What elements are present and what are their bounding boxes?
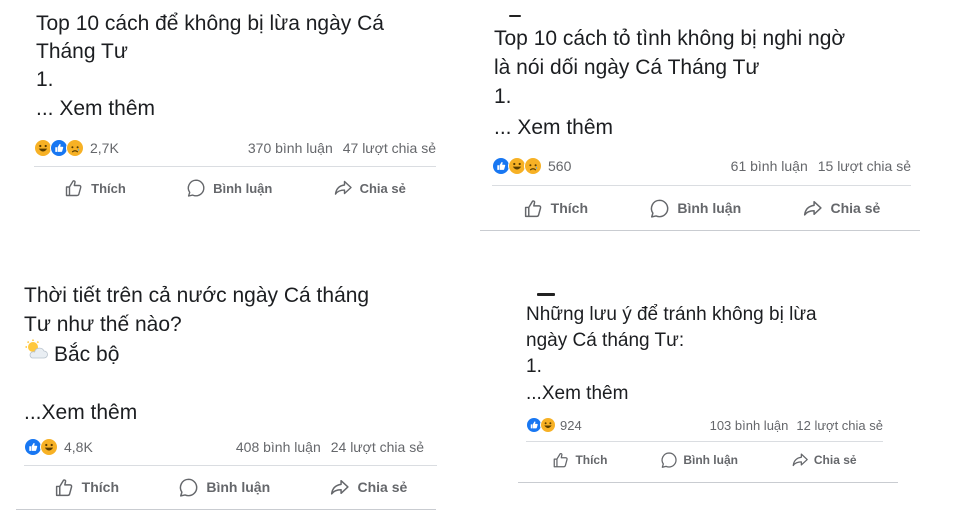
post-text: Top 10 cách tỏ tình không bị nghi ngờ là… [494, 27, 846, 108]
comment-button[interactable]: Bình luận [660, 451, 738, 469]
comment-count[interactable]: 370 bình luận [248, 140, 333, 156]
share-arrow-icon [333, 178, 353, 198]
like-label: Thích [575, 453, 608, 467]
post-stats-2: 560 61 bình luận 15 lượt chia sẻ [492, 157, 911, 175]
post-actions-2: Thích Bình luận Chia sẻ [492, 196, 911, 220]
share-button[interactable]: Chia sẻ [329, 477, 407, 498]
comment-label: Bình luận [206, 479, 271, 495]
comment-bubble-icon [660, 451, 678, 469]
divider [24, 465, 437, 466]
reaction-icons[interactable] [24, 438, 58, 456]
thumbs-up-icon [523, 198, 544, 219]
weather-line: Bắc bộ [24, 339, 444, 369]
see-more-link[interactable]: ... Xem thêm [494, 113, 914, 142]
like-button[interactable]: Thích [523, 198, 588, 219]
like-button[interactable]: Thích [64, 178, 126, 198]
like-button[interactable]: Thích [54, 477, 119, 498]
share-label: Chia sẻ [357, 479, 408, 495]
see-more-link[interactable]: ...Xem thêm [24, 398, 444, 427]
share-count[interactable]: 47 lượt chia sẻ [343, 140, 436, 156]
weather-region-text: Bắc bộ [54, 342, 120, 366]
comment-count[interactable]: 103 bình luận [710, 418, 789, 433]
share-button[interactable]: Chia sẻ [791, 451, 857, 469]
like-label: Thích [550, 200, 589, 216]
comment-bubble-icon [649, 198, 670, 219]
comment-label: Bình luận [677, 200, 742, 216]
haha-reaction-icon [40, 438, 58, 456]
reaction-count[interactable]: 2,7K [90, 140, 119, 156]
share-label: Chia sẻ [813, 453, 857, 467]
post-card-3: Thời tiết trên cả nước ngày Cá tháng Tư … [24, 281, 444, 427]
card-bottom-border [480, 230, 920, 231]
share-arrow-icon [329, 477, 350, 498]
share-label: Chia sẻ [830, 200, 881, 216]
share-arrow-icon [791, 451, 809, 469]
thumbs-up-icon [54, 477, 75, 498]
reaction-icons[interactable] [526, 417, 556, 433]
reaction-icons[interactable] [34, 139, 84, 157]
comment-label: Bình luận [213, 180, 273, 196]
share-count[interactable]: 12 lượt chia sẻ [796, 418, 883, 433]
sad-reaction-icon [524, 157, 542, 175]
post-text: Những lưu ý để tránh không bị lừa ngày C… [526, 304, 817, 377]
card-bottom-border [518, 482, 898, 483]
cropped-mark [509, 15, 521, 17]
like-label: Thích [91, 180, 126, 196]
share-count[interactable]: 24 lượt chia sẻ [331, 439, 424, 455]
like-label: Thích [81, 479, 120, 495]
post-card-2: Top 10 cách tỏ tình không bị nghi ngờ là… [494, 24, 914, 142]
like-button[interactable]: Thích [552, 451, 607, 469]
cropped-mark [537, 293, 555, 296]
divider [526, 441, 883, 442]
comment-label: Bình luận [683, 453, 738, 467]
see-more-link[interactable]: ...Xem thêm [526, 381, 906, 407]
post-actions-3: Thích Bình luận Chia sẻ [24, 475, 437, 499]
divider [492, 185, 911, 186]
post-card-1: Top 10 cách để không bị lừa ngày Cá Thán… [36, 10, 436, 123]
share-count[interactable]: 15 lượt chia sẻ [818, 158, 911, 174]
reaction-count[interactable]: 4,8K [64, 439, 93, 455]
post-card-4: Những lưu ý để tránh không bị lừa ngày C… [526, 302, 906, 407]
thumbs-up-icon [64, 178, 84, 198]
post-stats-4: 924 103 bình luận 12 lượt chia sẻ [526, 417, 883, 433]
card-bottom-border [16, 509, 436, 510]
comment-bubble-icon [186, 178, 206, 198]
reaction-icons[interactable] [492, 157, 542, 175]
comment-button[interactable]: Bình luận [649, 198, 741, 219]
comment-button[interactable]: Bình luận [186, 178, 272, 198]
post-text: Thời tiết trên cả nước ngày Cá tháng Tư … [24, 284, 370, 336]
post-stats-3: 4,8K 408 bình luận 24 lượt chia sẻ [24, 438, 424, 456]
thumbs-up-icon [552, 451, 570, 469]
comment-bubble-icon [178, 477, 199, 498]
haha-reaction-icon [540, 417, 556, 433]
share-label: Chia sẻ [359, 180, 406, 196]
reaction-count[interactable]: 924 [560, 418, 582, 433]
post-actions-1: Thích Bình luận Chia sẻ [34, 176, 436, 200]
post-stats-1: 2,7K 370 bình luận 47 lượt chia sẻ [34, 139, 436, 157]
post-actions-4: Thích Bình luận Chia sẻ [526, 449, 883, 471]
share-button[interactable]: Chia sẻ [333, 178, 406, 198]
see-more-link[interactable]: ... Xem thêm [36, 95, 436, 123]
comment-count[interactable]: 408 bình luận [236, 439, 321, 455]
sun-behind-cloud-icon [24, 339, 48, 369]
share-button[interactable]: Chia sẻ [802, 198, 880, 219]
comment-count[interactable]: 61 bình luận [731, 158, 808, 174]
divider [34, 166, 436, 167]
reaction-count[interactable]: 560 [548, 158, 571, 174]
post-text: Top 10 cách để không bị lừa ngày Cá Thán… [36, 12, 384, 91]
comment-button[interactable]: Bình luận [178, 477, 270, 498]
share-arrow-icon [802, 198, 823, 219]
sad-reaction-icon [66, 139, 84, 157]
